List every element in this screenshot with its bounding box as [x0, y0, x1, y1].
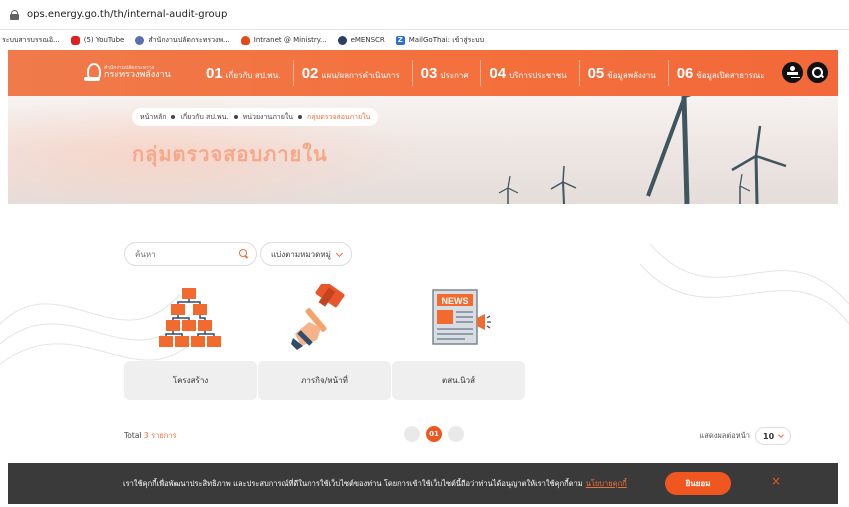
page-title: กลุ่มตรวจสอบภายใน: [132, 142, 328, 166]
nav-item-announcements[interactable]: 03 ประกาศ: [421, 65, 469, 82]
nav-item-open-data[interactable]: 06 ข้อมูลเปิดสาธารณะ: [677, 65, 765, 82]
bookmark-youtube[interactable]: (5) YouTube: [70, 35, 125, 45]
search-icon[interactable]: [239, 249, 248, 258]
card-label: ตสน.นิวส์: [392, 361, 525, 400]
nav-divider: [411, 60, 413, 86]
zimbra-icon: Z: [395, 35, 405, 45]
chevron-down-icon: [778, 432, 784, 438]
url-text[interactable]: ops.energy.go.th/th/internal-audit-group: [27, 9, 227, 20]
nav-divider: [480, 60, 482, 86]
accept-cookies-button[interactable]: ยินยอม: [665, 472, 731, 495]
per-page-label: แสดงผลต่อหน้า: [699, 431, 750, 440]
search-icon[interactable]: [807, 62, 828, 83]
bookmark-emenscr[interactable]: eMENSCR: [337, 35, 385, 45]
bookmark-label: สำนักงานปลัดกระทรวงพ...: [148, 35, 230, 44]
pagination: 01: [404, 426, 470, 442]
per-page-control: แสดงผลต่อหน้า 10: [699, 427, 791, 445]
browser-address-bar[interactable]: ops.energy.go.th/th/internal-audit-group: [0, 0, 849, 30]
bookmark-label: Intranet @ Ministry...: [253, 36, 327, 44]
main-navbar: สำนักงานปลัดกระทรวง กระทรวงพลังงาน 01 เก…: [8, 50, 838, 96]
gavel-hand-icon: [291, 284, 345, 350]
emenscr-icon: [337, 35, 347, 45]
cookie-message: เราใช้คุกกี้เพื่อพัฒนาประสิทธิภาพ และประ…: [123, 478, 583, 488]
bookmark-label: eMENSCR: [350, 36, 385, 44]
bookmark-intranet[interactable]: Intranet @ Ministry...: [240, 35, 327, 45]
search-field[interactable]: [124, 242, 257, 266]
ministry-emblem-icon: [84, 63, 101, 83]
lock-icon: [10, 9, 19, 20]
card-label: โครงสร้าง: [124, 361, 257, 400]
page-button-current[interactable]: 01: [426, 426, 442, 442]
bookmark-ops[interactable]: สำนักงานปลัดกระทรวงพ...: [135, 35, 230, 46]
nav-item-plans[interactable]: 02 แผน/ผลการดำเนินการ: [302, 65, 400, 82]
nav-item-energy-data[interactable]: 05 ข้อมูลพลังงาน: [588, 65, 656, 82]
search-input[interactable]: [135, 249, 231, 259]
cookie-policy-link[interactable]: นโยบายคุกกี้: [586, 478, 627, 490]
breadcrumb-home[interactable]: หน้าหลัก: [140, 112, 166, 123]
card-label: ภารกิจ/หน้าที่: [258, 361, 391, 400]
accessibility-icon[interactable]: [782, 62, 803, 83]
category-dropdown-label: แบ่งตามหมวดหมู่: [271, 249, 331, 259]
next-page-button[interactable]: [448, 426, 464, 442]
logo-title: กระทรวงพลังงาน: [104, 69, 171, 80]
per-page-select[interactable]: 10: [755, 427, 791, 445]
breadcrumb: หน้าหลัก เกี่ยวกับ สป.พน. หน่วยงานภายใน …: [132, 108, 379, 126]
bookmark-mailgothai[interactable]: Z MailGoThai: เข้าสู่ระบบ: [395, 35, 485, 46]
flame-icon: [240, 35, 250, 45]
bookmarks-bar: ระบบสารบรรณอิ... (5) YouTube สำนักงานปลั…: [0, 30, 849, 50]
bookmark-saraban[interactable]: ระบบสารบรรณอิ...: [2, 35, 60, 46]
breadcrumb-about[interactable]: เกี่ยวกับ สป.พน.: [180, 112, 228, 123]
news-icon: NEWS: [432, 289, 491, 345]
nav-item-about[interactable]: 01 เกี่ยวกับ สป.พน.: [206, 65, 281, 82]
total-count-value: 3 รายการ: [143, 431, 177, 440]
nav-item-public-services[interactable]: 04 บริการประชาชน: [489, 65, 566, 82]
logo-subtitle: สำนักงานปลัดกระทรวง: [104, 64, 155, 71]
page-banner: หน้าหลัก เกี่ยวกับ สป.พน. หน่วยงานภายใน …: [8, 96, 838, 204]
breadcrumb-internal-units[interactable]: หน่วยงานภายใน: [243, 112, 293, 123]
bookmark-label: (5) YouTube: [83, 36, 125, 44]
breadcrumb-current: กลุ่มตรวจสอบภายใน: [307, 112, 371, 121]
nav-divider: [578, 60, 580, 86]
card-structure[interactable]: โครงสร้าง: [124, 278, 257, 400]
org-chart-icon: [159, 288, 221, 347]
total-count: Total 3 รายการ: [124, 431, 177, 440]
globe-icon: [135, 35, 145, 45]
site-logo[interactable]: สำนักงานปลัดกระทรวง กระทรวงพลังงาน: [84, 63, 206, 83]
nav-divider: [667, 60, 669, 86]
bookmark-label: MailGoThai: เข้าสู่ระบบ: [408, 35, 485, 44]
svg-text:NEWS: NEWS: [442, 296, 469, 306]
category-dropdown[interactable]: แบ่งตามหมวดหมู่: [260, 242, 352, 266]
prev-page-button[interactable]: [404, 426, 420, 442]
nav-divider: [292, 60, 294, 86]
cookie-consent-bar: เราใช้คุกกี้เพื่อพัฒนาประสิทธิภาพ และประ…: [8, 463, 838, 504]
youtube-icon: [70, 35, 80, 45]
nav-tools: [778, 62, 828, 83]
bookmark-label: ระบบสารบรรณอิ...: [2, 35, 60, 44]
chevron-down-icon: [335, 249, 344, 258]
card-news[interactable]: NEWS ตสน.นิวส์: [392, 278, 525, 400]
card-mission[interactable]: ภารกิจ/หน้าที่: [258, 278, 391, 400]
close-icon[interactable]: ×: [771, 474, 781, 488]
